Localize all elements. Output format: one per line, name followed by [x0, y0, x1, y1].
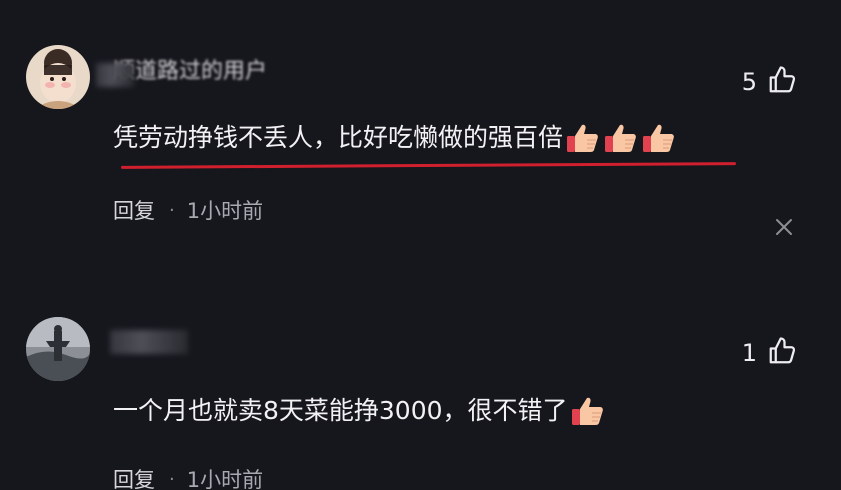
avatar[interactable]: [26, 45, 90, 109]
comment-time: 1小时前: [186, 468, 264, 490]
highlight-underline: [120, 162, 737, 169]
meta-separator: ·: [169, 200, 175, 221]
comment-time: 1小时前: [186, 199, 264, 223]
comment-text: 一个月也就卖8天菜能挣3000，很不错了: [113, 393, 606, 429]
comment-list: 顺道路过的用户 5 凭劳动挣钱不丢人，比好吃懒做的强百倍 回复 · 1小时前 1…: [0, 0, 841, 490]
like-count: 5: [741, 68, 757, 96]
username-redaction: [96, 63, 134, 87]
comment-meta: 回复 · 1小时前: [113, 466, 263, 490]
comment-text-content: 凭劳动挣钱不丢人，比好吃懒做的强百倍: [113, 123, 564, 152]
comment-item: 1 一个月也就卖8天菜能挣3000，很不错了 回复 · 1小时前: [0, 290, 841, 490]
like-button[interactable]: 5: [742, 65, 797, 99]
like-button[interactable]: 1: [742, 336, 797, 370]
reply-button[interactable]: 回复: [113, 197, 155, 225]
thumbs-up-icon: [641, 120, 677, 156]
thumbs-up-icon: [570, 393, 606, 429]
comment-item: 顺道路过的用户 5 凭劳动挣钱不丢人，比好吃懒做的强百倍 回复 · 1小时前: [0, 0, 841, 290]
thumbs-up-icon: [565, 120, 601, 156]
comment-meta: 回复 · 1小时前: [113, 197, 263, 225]
thumbs-up-outline-icon: [767, 336, 797, 370]
thumbs-up-icon: [603, 120, 639, 156]
like-count: 1: [741, 339, 757, 367]
reply-button[interactable]: 回复: [113, 466, 155, 490]
username-redaction: [110, 330, 188, 354]
username[interactable]: 顺道路过的用户: [113, 57, 267, 87]
meta-separator: ·: [169, 469, 175, 490]
comment-text-content: 一个月也就卖8天菜能挣3000，很不错了: [113, 396, 568, 425]
close-icon[interactable]: [773, 216, 795, 238]
comment-text: 凭劳动挣钱不丢人，比好吃懒做的强百倍: [113, 120, 677, 156]
thumbs-up-outline-icon: [767, 65, 797, 99]
avatar[interactable]: [26, 317, 90, 381]
